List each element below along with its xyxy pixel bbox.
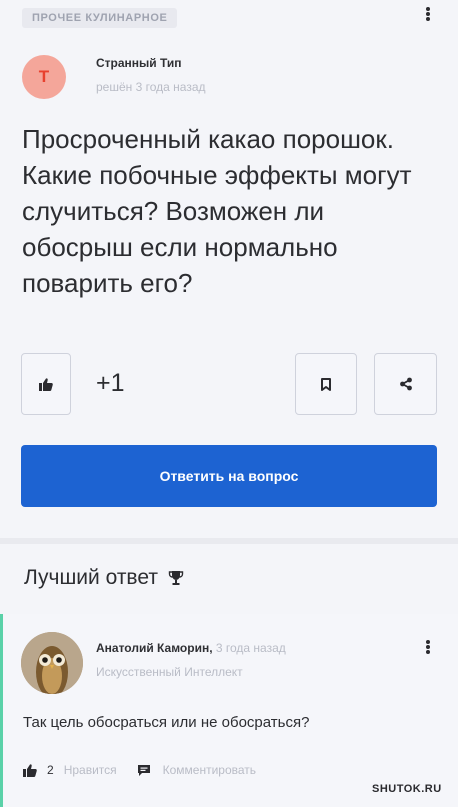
like-count: +1 (96, 369, 125, 397)
comment-link[interactable]: Комментировать (163, 763, 256, 777)
bookmark-icon (321, 377, 331, 391)
more-vertical-icon[interactable] (422, 4, 434, 24)
thumbs-up-icon (39, 377, 53, 391)
answer-time: 3 года назад (215, 641, 286, 655)
answer-more-vertical-icon[interactable] (422, 637, 434, 657)
answer-text: Так цель обосраться или не обосраться? (23, 714, 310, 731)
trophy-icon (168, 571, 184, 585)
question-status: решён 3 года назад (96, 80, 206, 94)
answer-author: Анатолий Каморин, 3 года назад (96, 641, 286, 655)
answer-author-avatar[interactable] (21, 632, 83, 694)
question-card: ПРОЧЕЕ КУЛИНАРНОЕ Т Странный Тип решён 3… (0, 0, 458, 538)
like-button[interactable] (21, 353, 71, 415)
answer-author-role: Искусственный Интеллект (96, 665, 243, 679)
answer-thumbs-up-icon[interactable] (23, 763, 37, 777)
best-answer-title-label: Лучший ответ (24, 566, 158, 589)
owl-avatar-image (21, 632, 83, 694)
comment-icon[interactable] (137, 764, 151, 777)
like-link[interactable]: Нравится (64, 763, 117, 777)
author-name[interactable]: Странный Тип (96, 56, 182, 70)
bookmark-button[interactable] (295, 353, 357, 415)
answer-question-button[interactable]: Ответить на вопрос (21, 445, 437, 507)
category-badge[interactable]: ПРОЧЕЕ КУЛИНАРНОЕ (22, 8, 178, 28)
watermark: SHUTOK.RU (372, 783, 442, 795)
answer-actions: 2 Нравится Комментировать (23, 760, 256, 780)
question-text: Просроченный какао порошок. Какие побочн… (22, 124, 412, 298)
author-avatar[interactable]: Т (22, 55, 66, 99)
share-icon (399, 377, 412, 391)
best-answer-title: Лучший ответ (24, 566, 184, 590)
answer-like-count: 2 (47, 763, 54, 777)
answer-author-name[interactable]: Анатолий Каморин, (96, 641, 213, 655)
share-button[interactable] (374, 353, 437, 415)
